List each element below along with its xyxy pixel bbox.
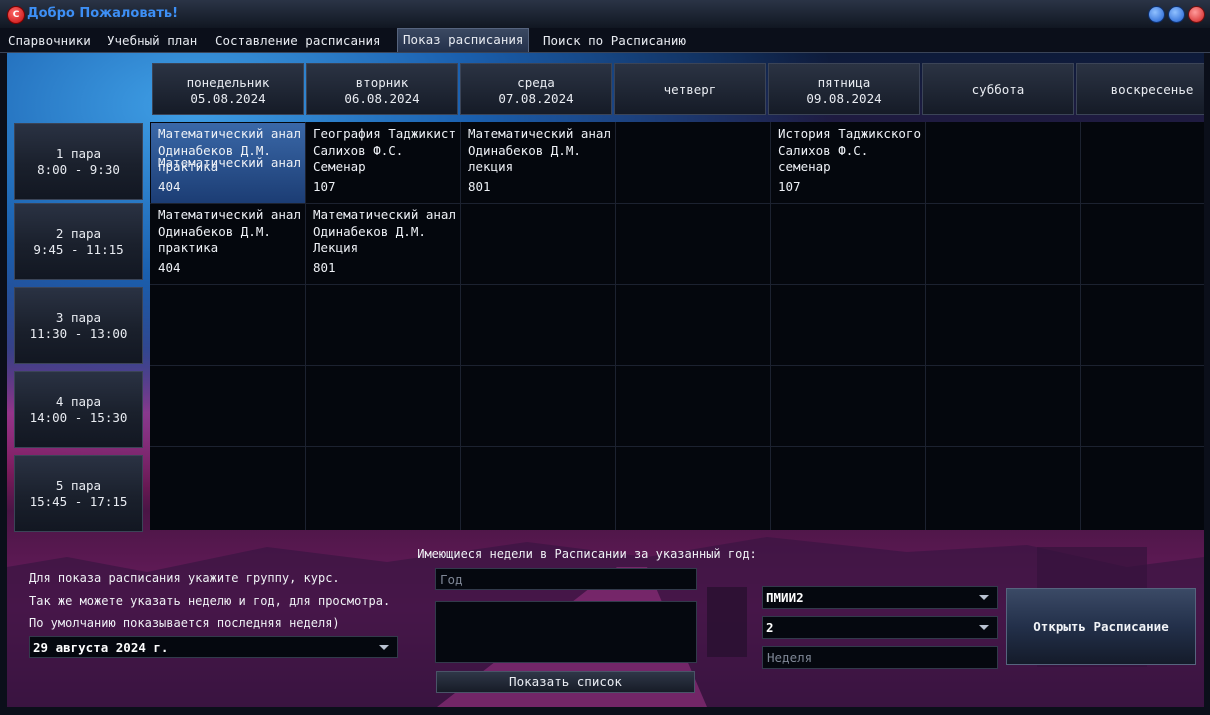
lesson-cell-friday-1[interactable]: История Таджикского Салихов Ф.С. семенар… xyxy=(771,123,925,203)
group-select[interactable]: ПМИИ2 xyxy=(762,586,998,609)
day-header-saturday: суббота xyxy=(922,63,1074,115)
tab-directories[interactable]: Спарвочники xyxy=(2,30,97,50)
title-bar: C Добро Пожаловать! xyxy=(0,0,1210,29)
slot-button-2[interactable]: 2 пара 9:45 - 11:15 xyxy=(14,203,143,280)
chevron-down-icon xyxy=(379,645,389,650)
close-button[interactable] xyxy=(1188,6,1205,23)
course-select[interactable]: 2 xyxy=(762,616,998,639)
minimize-button[interactable] xyxy=(1148,6,1165,23)
tab-schedule-editor[interactable]: Составление расписания xyxy=(209,30,387,50)
date-picker[interactable]: 29 августа 2024 г. xyxy=(29,636,398,658)
lesson-cell-wednesday-1[interactable]: Математический анал Одинабеков Д.М. лекц… xyxy=(461,123,615,203)
day-header-monday: понедельник 05.08.2024 xyxy=(152,63,304,115)
available-weeks-label: Имеющиеся недели в Расписании за указанн… xyxy=(417,547,757,561)
day-header-sunday: воскресенье xyxy=(1076,63,1204,115)
week-input[interactable]: Неделя xyxy=(762,646,998,669)
maximize-button[interactable] xyxy=(1168,6,1185,23)
open-schedule-button[interactable]: Открыть Расписание xyxy=(1006,588,1196,665)
day-header-tuesday: вторник 06.08.2024 xyxy=(306,63,458,115)
lesson-cell-monday-2[interactable]: Математический анал Одинабеков Д.М. прак… xyxy=(151,204,305,284)
show-list-button[interactable]: Показать список xyxy=(436,671,695,693)
info-text-line-1: Для показа расписания укажите группу, ку… xyxy=(29,571,340,585)
tab-search-schedule[interactable]: Поиск по Расписанию xyxy=(537,30,692,50)
app-logo-icon: C xyxy=(7,6,25,24)
lesson-cell-monday-1[interactable]: Математический анал Одинабеков Д.М. прак… xyxy=(151,123,305,203)
chevron-down-icon xyxy=(979,625,989,630)
lesson-cell-tuesday-1[interactable]: География Таджикист Салихов Ф.С. Семенар… xyxy=(306,123,460,203)
info-text-line-2: Так же можете указать неделю и год, для … xyxy=(29,594,391,608)
slot-button-4[interactable]: 4 пара 14:00 - 15:30 xyxy=(14,371,143,448)
weeks-list[interactable] xyxy=(435,601,697,663)
lesson-cell-tuesday-2[interactable]: Математический анал Одинабеков Д.М. Лекц… xyxy=(306,204,460,284)
day-header-friday: пятница 09.08.2024 xyxy=(768,63,920,115)
tab-curriculum[interactable]: Учебный план xyxy=(101,30,203,50)
info-text-line-3: По умолчанию показывается последняя неде… xyxy=(29,616,340,630)
window-title: Добро Пожаловать! xyxy=(27,6,179,21)
schedule-view: понедельник 05.08.2024 вторник 06.08.2024 … xyxy=(7,53,1204,707)
slot-button-1[interactable]: 1 пара 8:00 - 9:30 xyxy=(14,123,143,200)
slot-button-5[interactable]: 5 пара 15:45 - 17:15 xyxy=(14,455,143,532)
year-input[interactable]: Год xyxy=(435,568,697,590)
day-header-thursday: четверг xyxy=(614,63,766,115)
tab-bar: Спарвочники Учебный план Составление рас… xyxy=(0,28,1210,53)
slot-button-3[interactable]: 3 пара 11:30 - 13:00 xyxy=(14,287,143,364)
overlapping-lesson-text: Математический анал xyxy=(158,155,301,170)
chevron-down-icon xyxy=(979,595,989,600)
tab-show-schedule[interactable]: Показ расписания xyxy=(397,28,530,52)
schedule-grid: Математический анал Одинабеков Д.М. прак… xyxy=(150,122,1204,530)
day-header-wednesday: среда 07.08.2024 xyxy=(460,63,612,115)
